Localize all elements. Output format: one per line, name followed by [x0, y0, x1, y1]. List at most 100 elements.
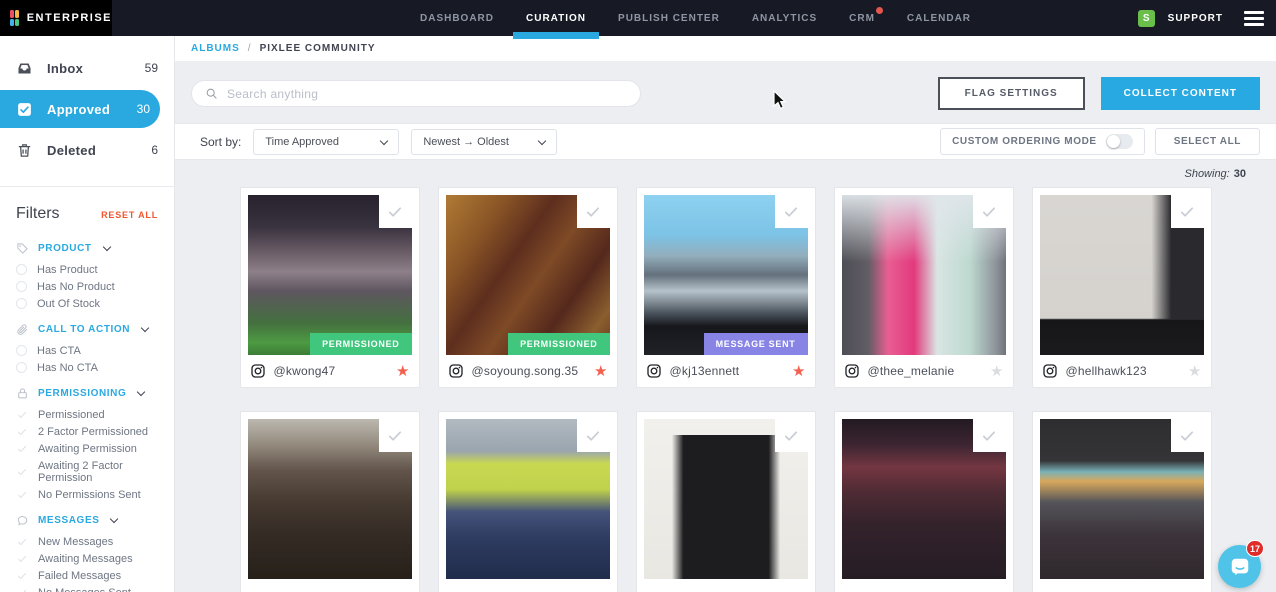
sidebar-item-inbox[interactable]: Inbox 59 [0, 48, 174, 88]
instagram-icon [250, 363, 266, 379]
select-checkbox[interactable] [973, 419, 1006, 452]
star-icon[interactable]: ★ [990, 364, 1003, 379]
nav-item-analytics[interactable]: ANALYTICS [752, 0, 817, 36]
card-username[interactable]: @hellhawk123 [1066, 364, 1147, 378]
card-username[interactable]: @kj13ennett [670, 364, 740, 378]
content-card[interactable]: PERMISSIONED @soyoung.song.35 ★ [438, 187, 618, 388]
filter-items: Permissioned 2 Factor Permissioned Await… [16, 406, 160, 503]
filter-item-2-factor-permissioned[interactable]: 2 Factor Permissioned [16, 423, 160, 440]
filter-section-header[interactable]: MESSAGES [16, 514, 160, 527]
nav-item-label: CURATION [526, 13, 586, 24]
nav-item-curation[interactable]: CURATION [526, 0, 586, 36]
select-all-button[interactable]: SELECT ALL [1155, 128, 1260, 155]
filter-item-awaiting-messages[interactable]: Awaiting Messages [16, 550, 160, 567]
content-card[interactable]: ★ [1032, 411, 1212, 592]
support-status-icon: S [1138, 10, 1155, 27]
collect-content-button[interactable]: COLLECT CONTENT [1101, 77, 1260, 110]
select-checkbox[interactable] [379, 195, 412, 228]
select-checkbox[interactable] [775, 195, 808, 228]
photo-thumbnail[interactable] [644, 419, 808, 579]
chat-widget-button[interactable]: 17 [1218, 545, 1261, 588]
sort-field-dropdown[interactable]: Time Approved [253, 129, 399, 155]
card-username[interactable]: @soyoung.song.35 [472, 364, 579, 378]
star-icon[interactable]: ★ [1188, 364, 1201, 379]
instagram-icon [1042, 363, 1058, 379]
content-card[interactable]: ★ [240, 411, 420, 592]
custom-ordering-toggle[interactable] [1106, 134, 1133, 149]
filter-item-out-of-stock[interactable]: Out Of Stock [16, 295, 160, 312]
filter-item-has-no-cta[interactable]: Has No CTA [16, 359, 160, 376]
sidebar-item-deleted[interactable]: Deleted 6 [0, 130, 174, 170]
status-badge: MESSAGE SENT [704, 333, 808, 355]
filter-item-label: No Messages Sent [38, 587, 131, 592]
filter-item-label: Awaiting Messages [38, 553, 133, 565]
photo-thumbnail[interactable] [248, 419, 412, 579]
photo-thumbnail[interactable] [842, 195, 1006, 355]
search-box[interactable] [191, 80, 641, 107]
nav-item-calendar[interactable]: CALENDAR [907, 0, 971, 36]
card-username[interactable]: @kwong47 [274, 364, 336, 378]
photo-thumbnail[interactable]: PERMISSIONED [248, 195, 412, 355]
hamburger-menu-icon[interactable] [1244, 11, 1264, 26]
photo-thumbnail[interactable] [1040, 195, 1204, 355]
select-checkbox[interactable] [577, 419, 610, 452]
reset-all-button[interactable]: RESET ALL [101, 210, 158, 220]
trash-icon [16, 142, 33, 159]
nav-item-dashboard[interactable]: DASHBOARD [420, 0, 494, 36]
brand-logo-area[interactable]: ENTERPRISE [0, 0, 112, 36]
filter-item-has-cta[interactable]: Has CTA [16, 342, 160, 359]
photo-thumbnail[interactable] [446, 419, 610, 579]
filter-item-has-no-product[interactable]: Has No Product [16, 278, 160, 295]
select-checkbox[interactable] [379, 419, 412, 452]
filter-item-awaiting-2-factor-permission[interactable]: Awaiting 2 Factor Permission [16, 457, 160, 486]
content-card[interactable]: ★ [834, 411, 1014, 592]
filter-section-header[interactable]: CALL TO ACTION [16, 323, 160, 336]
top-nav: DASHBOARD CURATION PUBLISH CENTER ANALYT… [420, 0, 971, 36]
photo-thumbnail[interactable] [842, 419, 1006, 579]
filter-item-awaiting-permission[interactable]: Awaiting Permission [16, 440, 160, 457]
photo-thumbnail[interactable]: PERMISSIONED [446, 195, 610, 355]
filter-item-label: No Permissions Sent [38, 489, 141, 501]
sort-order-dropdown[interactable]: Newest → Oldest [411, 129, 557, 155]
filter-section-header[interactable]: PERMISSIONING [16, 387, 160, 400]
select-checkbox[interactable] [973, 195, 1006, 228]
nav-item-label: ANALYTICS [752, 13, 817, 24]
filter-item-failed-messages[interactable]: Failed Messages [16, 567, 160, 584]
notification-dot [876, 7, 883, 14]
nav-item-crm[interactable]: CRM [849, 0, 875, 36]
photo-thumbnail[interactable]: MESSAGE SENT [644, 195, 808, 355]
photo-thumbnail[interactable] [1040, 419, 1204, 579]
select-checkbox[interactable] [1171, 419, 1204, 452]
card-username[interactable]: @thee_melanie [868, 364, 955, 378]
flag-settings-button[interactable]: FLAG SETTINGS [938, 77, 1085, 110]
filter-item-has-product[interactable]: Has Product [16, 261, 160, 278]
star-icon[interactable]: ★ [396, 364, 409, 379]
select-checkbox[interactable] [577, 195, 610, 228]
star-icon[interactable]: ★ [792, 364, 805, 379]
content-card[interactable]: ★ [438, 411, 618, 592]
chat-bubble-icon [1229, 556, 1251, 578]
content-card[interactable]: MESSAGE SENT @kj13ennett ★ [636, 187, 816, 388]
filter-section-header[interactable]: PRODUCT [16, 242, 160, 255]
star-icon[interactable]: ★ [594, 364, 607, 379]
filters-header: Filters RESET ALL [0, 187, 174, 231]
custom-ordering-label: CUSTOM ORDERING MODE [952, 136, 1097, 147]
search-input[interactable] [227, 87, 627, 101]
sidebar-item-approved[interactable]: Approved 30 [0, 90, 160, 128]
check-icon [16, 489, 28, 501]
filter-item-new-messages[interactable]: New Messages [16, 533, 160, 550]
select-checkbox[interactable] [775, 419, 808, 452]
filter-item-no-messages-sent[interactable]: No Messages Sent [16, 584, 160, 592]
content-card[interactable]: PERMISSIONED @kwong47 ★ [240, 187, 420, 388]
support-link[interactable]: SUPPORT [1168, 13, 1223, 24]
filter-item-no-permissions-sent[interactable]: No Permissions Sent [16, 486, 160, 503]
approved-icon [16, 101, 33, 118]
folder-count: 30 [137, 102, 150, 116]
nav-item-publish-center[interactable]: PUBLISH CENTER [618, 0, 720, 36]
select-checkbox[interactable] [1171, 195, 1204, 228]
content-card[interactable]: ★ [636, 411, 816, 592]
breadcrumb-albums-link[interactable]: ALBUMS [191, 43, 240, 54]
content-card[interactable]: @hellhawk123 ★ [1032, 187, 1212, 388]
content-card[interactable]: @thee_melanie ★ [834, 187, 1014, 388]
filter-item-permissioned[interactable]: Permissioned [16, 406, 160, 423]
